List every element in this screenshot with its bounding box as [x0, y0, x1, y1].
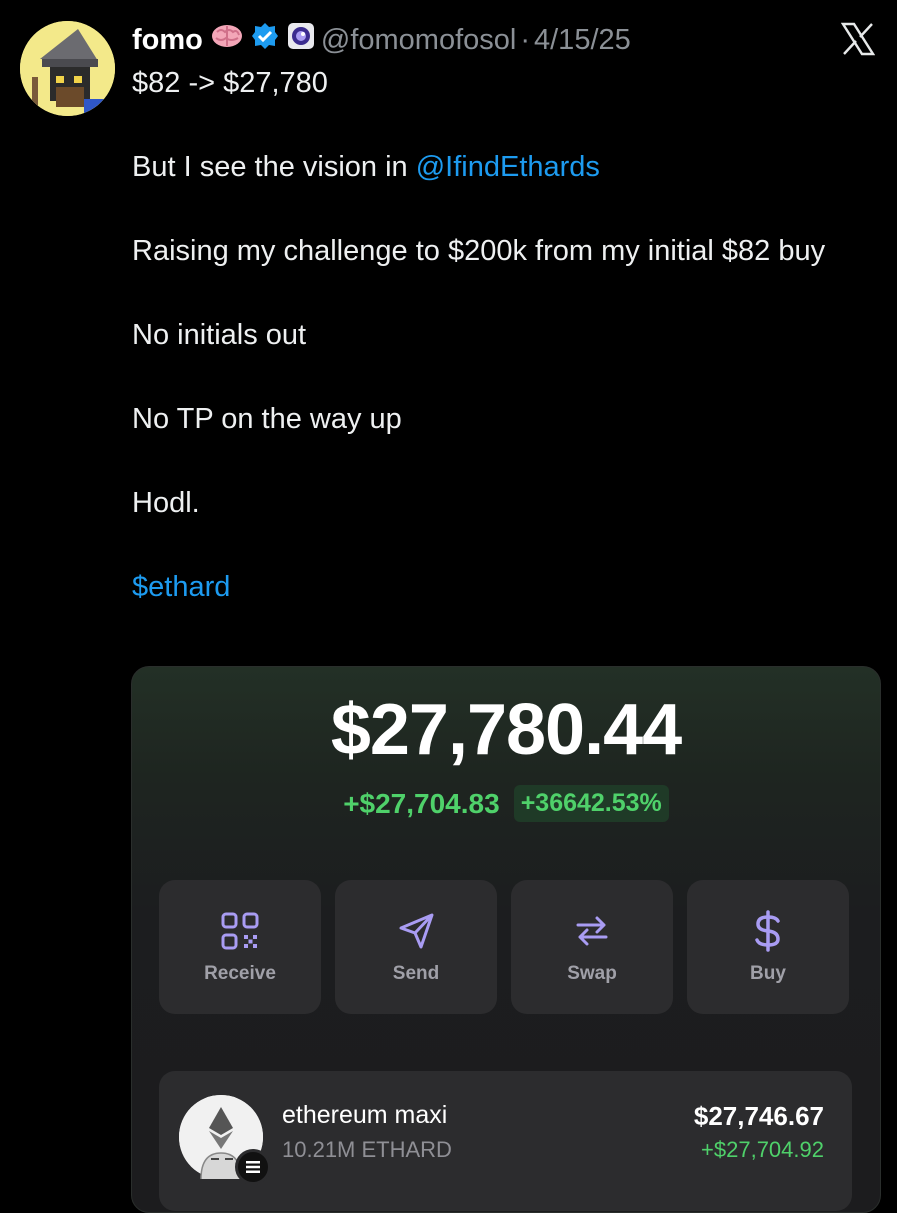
change-percent: +36642.53% [513, 785, 669, 822]
send-label: Send [392, 963, 440, 984]
swap-button[interactable]: Swap [511, 880, 673, 1014]
buy-label: Buy [750, 963, 786, 984]
brain-icon [211, 23, 243, 57]
wallet-actions: Receive Send Swap Buy [159, 880, 849, 1014]
swap-label: Swap [567, 963, 617, 984]
token-change: +$27,704.92 [701, 1137, 824, 1162]
tweet-line: $82 -> $27,780 [132, 67, 328, 99]
verified-badge-icon [251, 22, 279, 58]
send-button[interactable]: Send [335, 880, 497, 1014]
author-name[interactable]: fomo [132, 24, 203, 57]
qr-code-icon [221, 912, 259, 950]
tweet-line: But I see the vision in @IfindEthards [132, 146, 872, 188]
receive-button[interactable]: Receive [159, 880, 321, 1014]
token-amount: 10.21M ETHARD [282, 1137, 452, 1162]
wallet-screenshot[interactable]: $27,780.44 +$27,704.83 +36642.53% Receiv… [131, 666, 881, 1213]
receive-label: Receive [204, 963, 276, 984]
token-value: $27,746.67 [693, 1101, 824, 1131]
swap-icon [576, 916, 608, 946]
tweet-line-text: But I see the vision in [132, 151, 416, 183]
buy-button[interactable]: Buy [687, 880, 849, 1014]
solana-badge-icon [235, 1149, 271, 1185]
tweet-date[interactable]: 4/15/25 [534, 24, 631, 57]
tweet-line: No initials out [132, 319, 307, 351]
send-icon [399, 913, 434, 949]
dollar-icon [755, 910, 780, 952]
affiliate-badge-icon[interactable] [287, 22, 315, 58]
x-logo-icon[interactable] [841, 22, 875, 56]
tweet-header: fomo @fomomofosol · 4/15/25 [132, 20, 631, 60]
tweet-line: Raising my challenge to $200k from my in… [132, 235, 826, 267]
author-handle[interactable]: @fomomofosol [321, 24, 516, 57]
cashtag-link[interactable]: $ethard [132, 566, 872, 608]
mention-link[interactable]: @IfindEthards [416, 151, 600, 183]
wallet-balance: $27,780.44 [330, 690, 682, 770]
separator-dot: · [520, 23, 530, 56]
change-amount: +$27,704.83 [343, 787, 500, 819]
tweet-line: No TP on the way up [132, 403, 402, 435]
tweet-line: Hodl. [132, 487, 200, 519]
balance-change: +$27,704.83 +36642.53% [132, 785, 880, 822]
tweet-text: $82 -> $27,780 But I see the vision in @… [132, 62, 872, 608]
author-avatar[interactable] [20, 21, 115, 116]
token-name: ethereum maxi [282, 1101, 448, 1129]
token-row[interactable]: ethereum maxi 10.21M ETHARD $27,746.67 +… [159, 1071, 852, 1211]
